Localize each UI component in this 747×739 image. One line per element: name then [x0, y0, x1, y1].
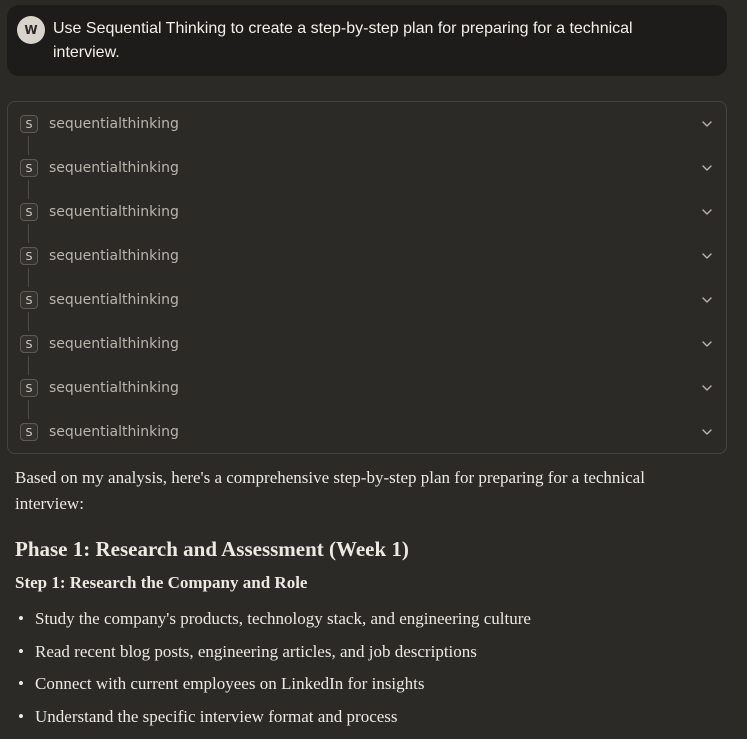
phase-heading: Phase 1: Research and Assessment (Week 1… — [15, 537, 409, 561]
response-intro: Based on my analysis, here's a comprehen… — [15, 468, 645, 513]
tool-call-label: sequentialthinking — [49, 336, 179, 352]
chevron-down-icon[interactable] — [700, 425, 714, 439]
list-item: • Understand the specific interview forma… — [15, 704, 715, 737]
tool-call-label: sequentialthinking — [49, 292, 179, 308]
tool-call-connector — [28, 224, 29, 243]
bullet-icon: • — [18, 706, 24, 726]
tool-call-row[interactable]: Ssequentialthinking — [8, 288, 726, 312]
tool-call-label: sequentialthinking — [49, 204, 179, 220]
tool-call-row[interactable]: Ssequentialthinking — [8, 420, 726, 444]
step-heading: Step 1: Research the Company and Role — [15, 573, 308, 592]
tool-badge-icon: S — [20, 379, 38, 397]
tool-call-label: sequentialthinking — [49, 424, 179, 440]
tool-call-connector — [28, 136, 29, 155]
tool-badge-icon: S — [20, 115, 38, 133]
tool-call-row[interactable]: Ssequentialthinking — [8, 156, 726, 180]
user-message-text: Use Sequential Thinking to create a step… — [53, 20, 633, 61]
tool-badge-icon: S — [20, 335, 38, 353]
tool-badge-icon: S — [20, 203, 38, 221]
tool-call-label: sequentialthinking — [49, 116, 179, 132]
tool-call-connector — [28, 312, 29, 331]
chevron-down-icon[interactable] — [700, 249, 714, 263]
list-item: • Study the company's products, technolog… — [15, 606, 715, 639]
tool-calls-panel: Ssequentialthinking Ssequentialthinking Ss… — [7, 101, 727, 454]
chevron-down-icon[interactable] — [700, 161, 714, 175]
tool-badge-icon: S — [20, 247, 38, 265]
tool-call-connector — [28, 268, 29, 287]
tool-call-connector — [28, 400, 29, 419]
chevron-down-icon[interactable] — [700, 381, 714, 395]
list-item-text: Connect with current employees on Linked… — [35, 674, 425, 693]
list-item: • Connect with current employees on Linke… — [15, 671, 715, 704]
list-item-text: Study the company's products, technology… — [35, 609, 531, 628]
list-item-text: Understand the specific interview format… — [35, 706, 398, 726]
chevron-down-icon[interactable] — [700, 205, 714, 219]
tool-badge-icon: S — [20, 159, 38, 177]
tool-call-label: sequentialthinking — [49, 248, 179, 264]
tool-badge-icon: S — [20, 423, 38, 441]
chevron-down-icon[interactable] — [700, 117, 714, 131]
tool-badge-icon: S — [20, 291, 38, 309]
user-message: W Use Sequential Thinking to create a st… — [7, 5, 727, 76]
bullet-icon: • — [18, 674, 24, 693]
tool-call-row[interactable]: Ssequentialthinking — [8, 200, 726, 224]
list-item-text: Read recent blog posts, engineering arti… — [35, 641, 477, 661]
tool-call-connector — [28, 180, 29, 199]
step-bullet-list: • Study the company's products, technolog… — [15, 606, 715, 736]
chevron-down-icon[interactable] — [700, 337, 714, 351]
tool-call-label: sequentialthinking — [49, 380, 179, 396]
chevron-down-icon[interactable] — [700, 293, 714, 307]
tool-call-label: sequentialthinking — [49, 160, 179, 176]
tool-call-row[interactable]: Ssequentialthinking — [8, 332, 726, 356]
tool-call-row[interactable]: Ssequentialthinking — [8, 244, 726, 268]
bullet-icon: • — [18, 609, 24, 628]
tool-call-connector — [28, 356, 29, 375]
tool-call-row[interactable]: Ssequentialthinking — [8, 376, 726, 400]
tool-call-row[interactable]: Ssequentialthinking — [8, 112, 726, 136]
user-avatar: W — [17, 16, 45, 44]
bullet-icon: • — [18, 641, 24, 661]
list-item: • Read recent blog posts, engineering art… — [15, 639, 715, 672]
